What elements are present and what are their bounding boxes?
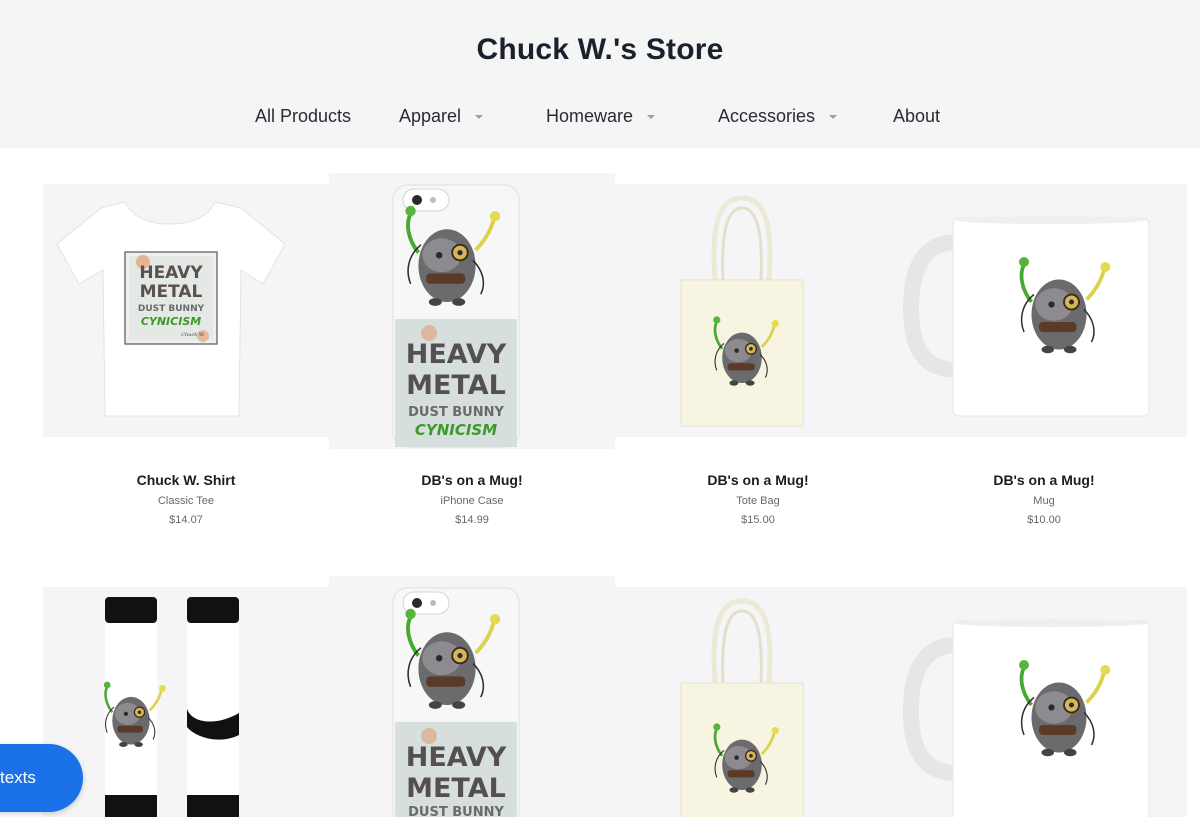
tshirt-image: HEAVY METAL DUST BUNNY CYNICISM Chuck W.: [56, 201, 286, 417]
nav-apparel[interactable]: Apparel: [399, 106, 484, 127]
product-card[interactable]: HEAVY METAL DUST BUNNY CYNICISM Chuck W.…: [43, 184, 329, 529]
product-name[interactable]: DB's on a Mug!: [329, 472, 615, 488]
phone-case-image: HEAVY METAL DUST BUNNY: [392, 587, 520, 817]
art-text-heavy: HEAVY: [406, 742, 507, 773]
chevron-down-icon: [475, 114, 484, 119]
product-card[interactable]: [615, 587, 901, 817]
art-text-heavy: HEAVY: [406, 339, 507, 370]
chevron-down-icon: [647, 114, 656, 119]
chevron-down-icon: [829, 114, 838, 119]
art-text-dust-bunny: DUST BUNNY: [408, 405, 504, 420]
product-card[interactable]: HEAVY METAL DUST BUNNY: [329, 576, 615, 817]
product-image-tote-bag[interactable]: [615, 184, 901, 437]
product-image-phone-case[interactable]: HEAVY METAL DUST BUNNY: [329, 576, 615, 817]
product-price: $15.00: [741, 514, 775, 526]
product-card[interactable]: DB's on a Mug! Tote Bag $15.00: [615, 184, 901, 529]
art-text-metal: METAL: [140, 282, 203, 302]
product-name[interactable]: DB's on a Mug!: [615, 472, 901, 488]
product-image-tote-bag[interactable]: [615, 587, 901, 817]
product-image-mug[interactable]: [901, 587, 1187, 817]
nav-all-products[interactable]: All Products: [255, 106, 351, 127]
store-title[interactable]: Chuck W.'s Store: [0, 33, 1200, 67]
nav-all-products-label: All Products: [255, 106, 352, 126]
nav-homeware-label: Homeware: [546, 106, 634, 126]
art-text-metal: METAL: [406, 773, 506, 804]
art-text-dust-bunny: DUST BUNNY: [408, 805, 504, 817]
art-text-cynicism: CYNICISM: [415, 421, 497, 439]
product-image-socks[interactable]: [43, 587, 329, 817]
product-type: Tote Bag: [736, 495, 780, 507]
art-text-cynicism: CYNICISM: [141, 315, 201, 328]
tote-bag-image: [680, 598, 804, 817]
product-image-tshirt[interactable]: HEAVY METAL DUST BUNNY CYNICISM Chuck W.: [43, 184, 329, 437]
nav-about-label: About: [893, 106, 941, 126]
product-type: Mug: [1033, 495, 1055, 507]
product-card[interactable]: [901, 587, 1187, 817]
product-type: Classic Tee: [157, 495, 215, 507]
product-type: iPhone Case: [440, 495, 504, 507]
main-nav: All Products Apparel Homeware Accessorie…: [0, 106, 1200, 132]
product-card[interactable]: HEAVY METAL DUST BUNNY CYNICISM DB's on …: [329, 173, 615, 529]
product-name[interactable]: DB's on a Mug!: [901, 472, 1187, 488]
nav-homeware[interactable]: Homeware: [546, 106, 656, 127]
art-text-heavy: HEAVY: [139, 263, 203, 283]
product-card[interactable]: [43, 587, 329, 817]
nav-accessories-label: Accessories: [718, 106, 816, 126]
product-image-phone-case[interactable]: HEAVY METAL DUST BUNNY CYNICISM: [329, 173, 615, 449]
product-price: $14.07: [169, 514, 203, 526]
chat-widget-label: texts: [0, 768, 36, 787]
phone-case-image: HEAVY METAL DUST BUNNY CYNICISM: [392, 184, 520, 448]
product-price: $10.00: [1027, 514, 1061, 526]
art-text-metal: METAL: [406, 370, 506, 401]
product-card[interactable]: DB's on a Mug! Mug $10.00: [901, 184, 1187, 529]
nav-accessories[interactable]: Accessories: [718, 106, 838, 127]
tote-bag-image: [680, 195, 804, 427]
product-image-mug[interactable]: [901, 184, 1187, 437]
nav-about[interactable]: About: [893, 106, 940, 127]
mug-image: [902, 619, 1150, 817]
art-text-dust-bunny: DUST BUNNY: [138, 304, 205, 314]
art-text-signature: Chuck W.: [181, 332, 205, 338]
mug-image: [902, 216, 1150, 417]
nav-apparel-label: Apparel: [399, 106, 462, 126]
product-name[interactable]: Chuck W. Shirt: [43, 472, 329, 488]
chat-widget-button[interactable]: texts: [0, 744, 83, 812]
site-header: Chuck W.'s Store All Products Apparel Ho…: [0, 0, 1200, 148]
product-price: $14.99: [455, 514, 489, 526]
